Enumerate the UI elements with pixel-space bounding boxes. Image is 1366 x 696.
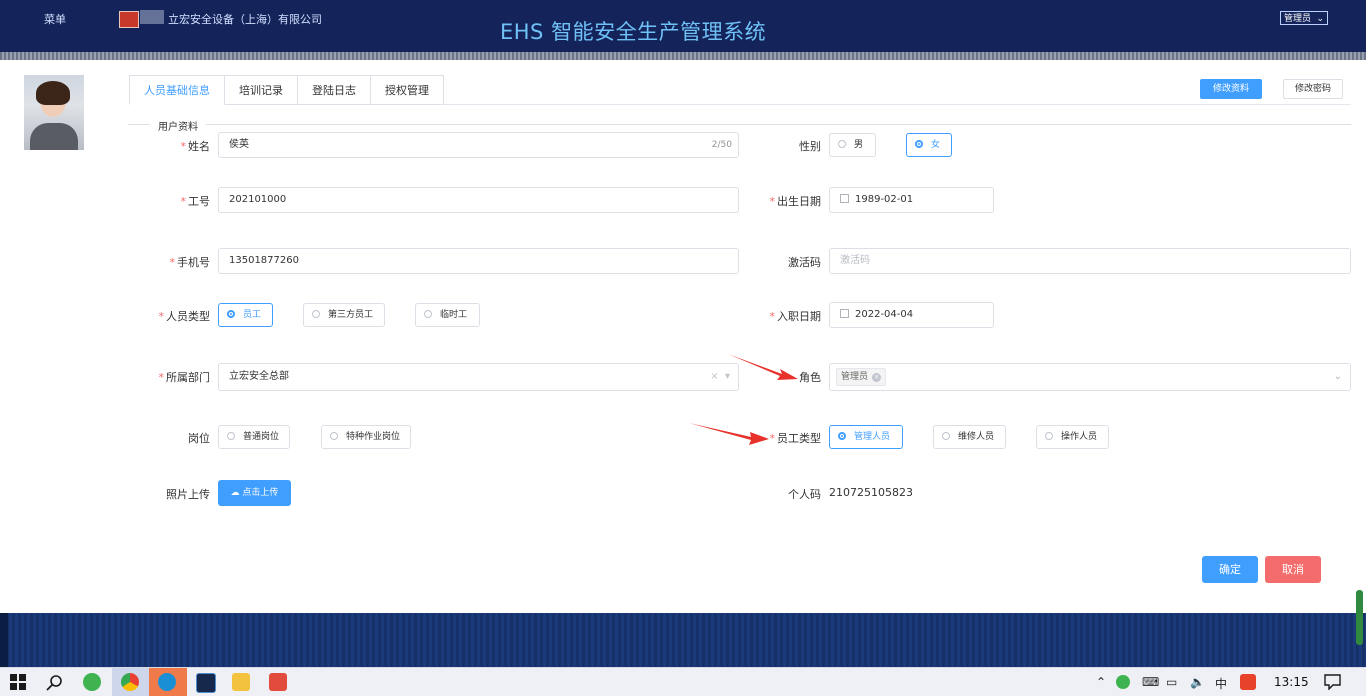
hire-date-picker[interactable]: 2022-04-04 <box>829 302 994 328</box>
person-type-label: * 人员类型 <box>158 310 211 323</box>
notification-icon[interactable] <box>1324 674 1341 690</box>
department-select[interactable]: 立宏安全总部 × ▾ <box>218 363 739 391</box>
section-divider <box>128 124 1351 125</box>
edge-icon[interactable] <box>158 673 176 691</box>
radio-icon <box>1045 432 1053 440</box>
radio-icon <box>330 432 338 440</box>
employee-no-field[interactable]: 202101000 <box>218 187 739 213</box>
section-title: 用户资料 <box>150 118 206 133</box>
tab-authorization[interactable]: 授权管理 <box>371 75 444 105</box>
radio-icon <box>227 432 235 440</box>
annotation-arrow-staff-type <box>689 423 769 445</box>
volume-icon[interactable]: 🔈 <box>1190 675 1205 689</box>
clear-icon[interactable]: × <box>710 371 718 382</box>
birth-date-label: * 出生日期 <box>769 195 822 208</box>
mobile-label: * 手机号 <box>169 256 211 269</box>
person-type-temporary-radio[interactable]: 临时工 <box>415 303 480 327</box>
person-type-third-party-radio[interactable]: 第三方员工 <box>303 303 385 327</box>
chevron-down-icon: ⌄ <box>1333 371 1342 382</box>
role-tag: 管理员 × <box>836 368 887 386</box>
company-logo-mark <box>140 10 164 24</box>
personal-code-label: 个人码 <box>788 488 821 501</box>
wechat-tray-icon[interactable] <box>1116 675 1130 689</box>
top-header: 菜单 立宏安全设备（上海）有限公司 EHS 智能安全生产管理系统 管理员 ⌄ <box>0 0 1366 60</box>
staff-type-operator-radio[interactable]: 操作人员 <box>1036 425 1109 449</box>
personal-code-value: 210725105823 <box>829 486 913 499</box>
upload-button[interactable]: ☁ 点击上传 <box>218 480 291 506</box>
wechat-icon[interactable] <box>83 673 101 691</box>
post-normal-radio[interactable]: 普通岗位 <box>218 425 290 449</box>
post-special-radio[interactable]: 特种作业岗位 <box>321 425 411 449</box>
radio-checked-icon <box>838 432 846 440</box>
post-label: 岗位 <box>188 432 210 445</box>
cloud-upload-icon: ☁ <box>230 488 240 498</box>
gender-label: 性别 <box>799 140 821 153</box>
cancel-button[interactable]: 取消 <box>1265 556 1321 583</box>
staff-type-manager-radio[interactable]: 管理人员 <box>829 425 903 449</box>
confirm-button[interactable]: 确定 <box>1202 556 1258 583</box>
name-counter: 2/50 <box>711 140 732 150</box>
person-type-employee-radio[interactable]: 员工 <box>218 303 273 327</box>
calendar-icon <box>840 194 849 203</box>
clock[interactable]: 13:15 <box>1274 675 1309 689</box>
company-logo-icon <box>119 11 139 28</box>
name-field[interactable]: 侯英 2/50 <box>218 132 739 158</box>
role-switcher-label: 管理员 <box>1284 14 1312 24</box>
edit-profile-button[interactable]: 修改资料 <box>1200 79 1262 99</box>
tab-training[interactable]: 培训记录 <box>225 75 298 105</box>
annotation-arrow-role <box>728 354 798 380</box>
department-label: * 所属部门 <box>158 371 211 384</box>
avatar <box>24 75 84 150</box>
tab-basic-info[interactable]: 人员基础信息 <box>129 75 225 105</box>
role-select[interactable]: 管理员 × ⌄ <box>829 363 1351 391</box>
change-password-button[interactable]: 修改密码 <box>1283 79 1343 99</box>
photoshop-icon[interactable] <box>196 673 216 693</box>
tab-login-log[interactable]: 登陆日志 <box>298 75 371 105</box>
activation-code-label: 激活码 <box>788 256 821 269</box>
role-switcher[interactable]: 管理员 ⌄ <box>1280 11 1328 25</box>
search-icon[interactable] <box>46 674 63 691</box>
radio-icon <box>312 310 320 318</box>
network-icon[interactable]: ⌨ <box>1142 675 1159 689</box>
gender-female-radio[interactable]: 女 <box>906 133 952 157</box>
activation-code-field[interactable]: 激活码 <box>829 248 1351 274</box>
name-label: * 姓名 <box>180 140 211 153</box>
tag-close-icon[interactable]: × <box>872 373 882 382</box>
employee-no-label: * 工号 <box>180 195 211 208</box>
menu-button[interactable]: 菜单 <box>44 11 66 27</box>
system-title: EHS 智能安全生产管理系统 <box>500 20 767 44</box>
windows-start-icon[interactable] <box>10 674 26 690</box>
tab-bar: 人员基础信息 培训记录 登陆日志 授权管理 <box>129 75 444 105</box>
ime-indicator[interactable]: 中 <box>1215 675 1227 692</box>
header-divider <box>0 52 1366 60</box>
company-name: 立宏安全设备（上海）有限公司 <box>168 13 322 26</box>
radio-checked-icon <box>227 310 235 318</box>
display-icon[interactable]: ▭ <box>1166 675 1177 689</box>
radio-icon <box>838 140 846 148</box>
photo-label: 照片上传 <box>166 488 210 501</box>
staff-type-maintenance-radio[interactable]: 维修人员 <box>933 425 1006 449</box>
radio-icon <box>942 432 950 440</box>
sogou-icon[interactable] <box>1240 674 1256 690</box>
gender-male-radio[interactable]: 男 <box>829 133 876 157</box>
scrollbar-thumb[interactable] <box>1356 590 1363 645</box>
radio-checked-icon <box>915 140 923 148</box>
calendar-icon <box>840 309 849 318</box>
hire-date-label: * 入职日期 <box>769 310 822 323</box>
bottom-background <box>0 613 1366 667</box>
birth-date-picker[interactable]: 1989-02-01 <box>829 187 994 213</box>
chevron-down-icon: ⌄ <box>1316 14 1324 24</box>
file-explorer-icon[interactable] <box>232 673 250 691</box>
taskbar: ⌃ ⌨ ▭ 🔈 中 13:15 <box>0 667 1366 696</box>
radio-icon <box>424 310 432 318</box>
mobile-field[interactable]: 13501877260 <box>218 248 739 274</box>
tab-underline <box>441 104 1351 105</box>
chevron-up-icon[interactable]: ⌃ <box>1096 675 1106 689</box>
chrome-icon[interactable] <box>121 673 139 691</box>
wps-icon[interactable] <box>269 673 287 691</box>
